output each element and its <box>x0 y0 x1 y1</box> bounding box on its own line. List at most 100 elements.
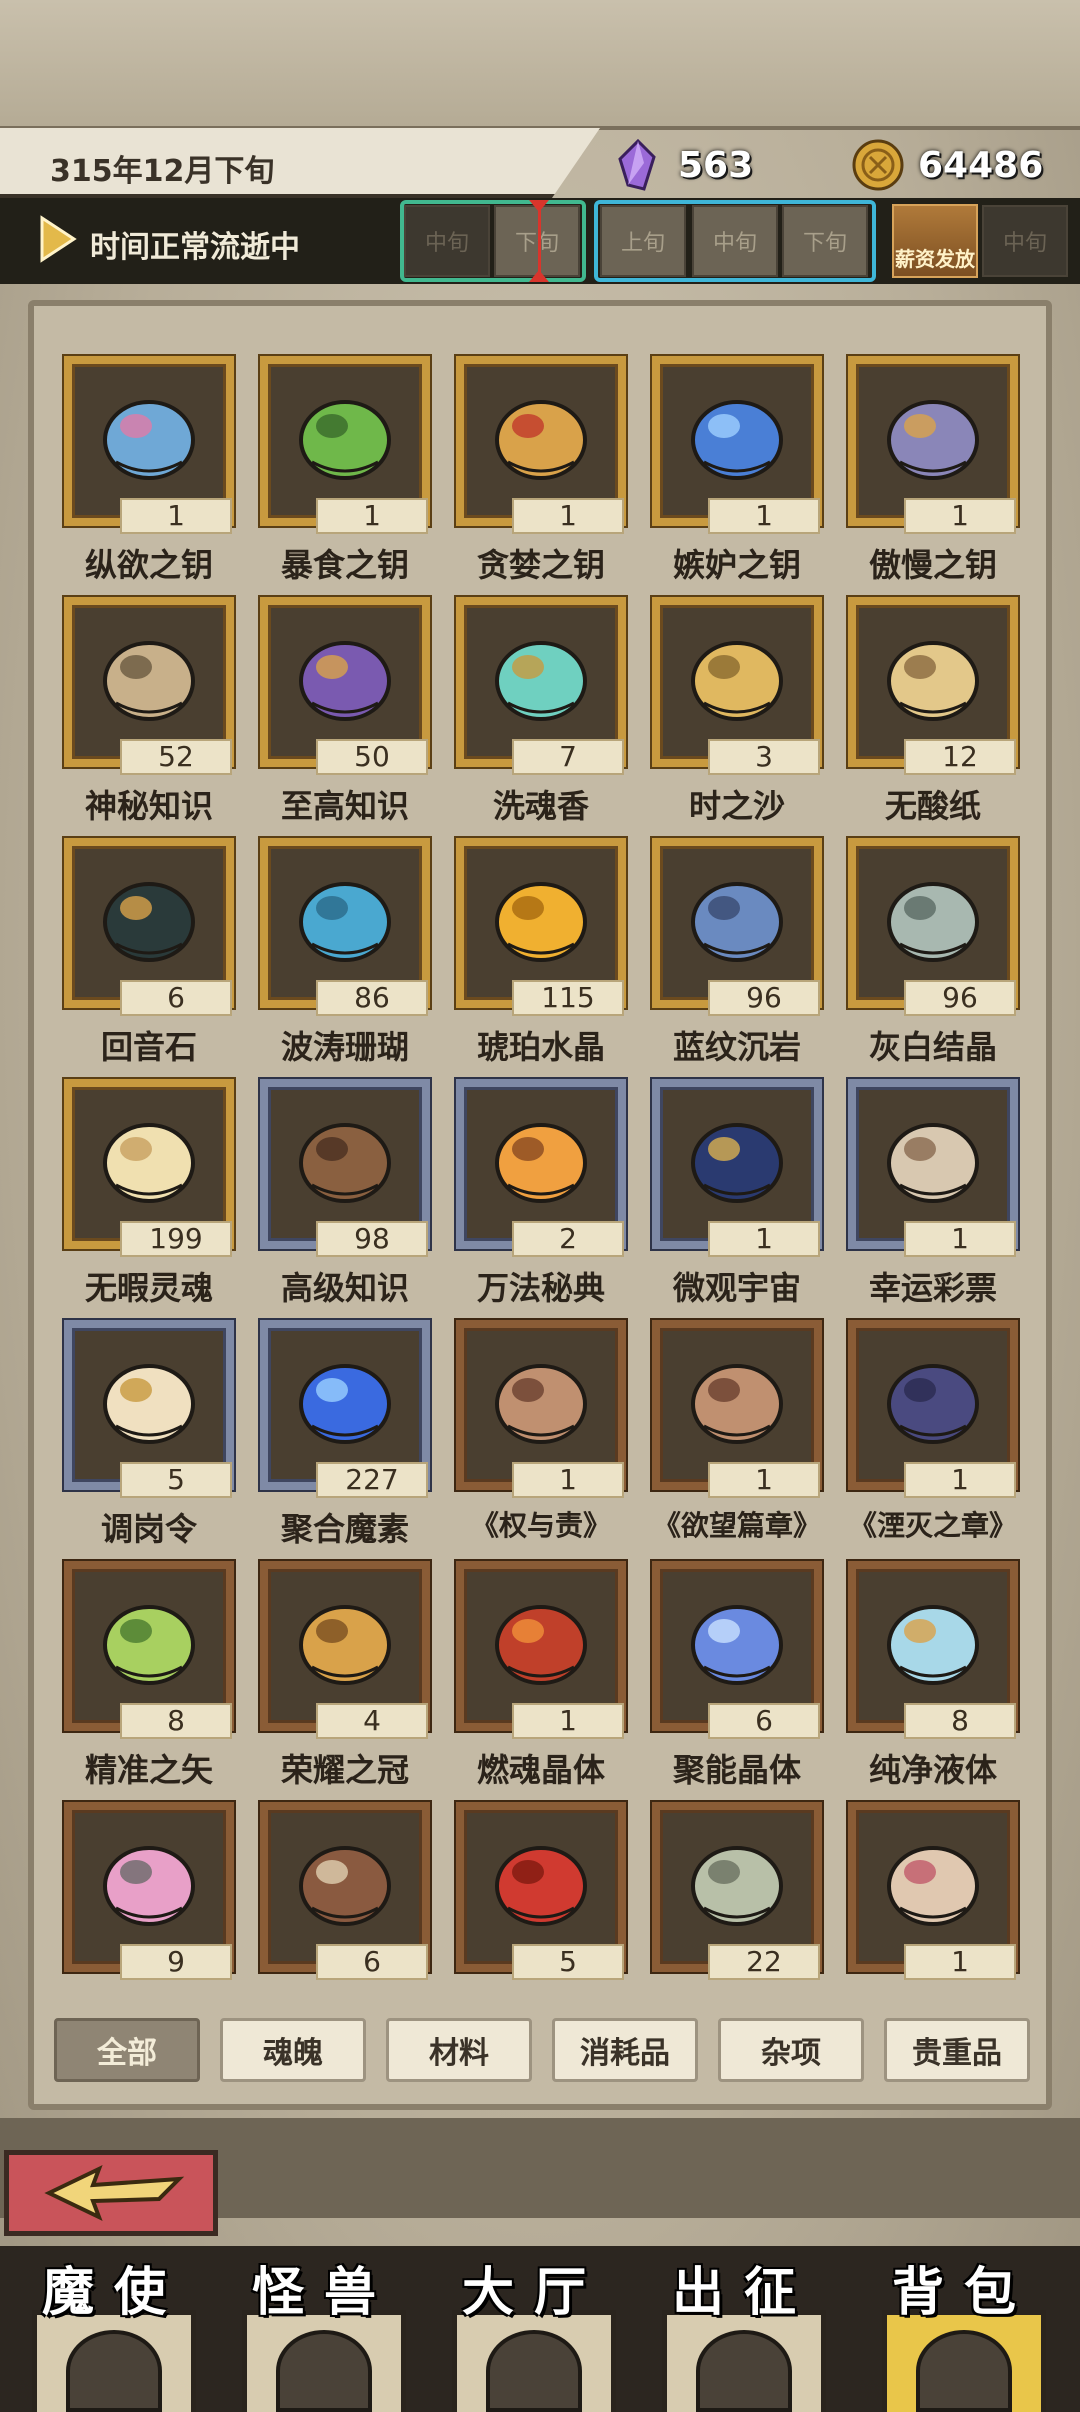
inventory-item[interactable]: 86 波涛珊瑚 <box>252 832 438 1072</box>
inventory-item[interactable]: 5 <box>448 1796 634 1996</box>
tome-icon <box>495 1364 587 1444</box>
item-name: 神秘知识 <box>84 787 213 825</box>
inventory-item[interactable]: 1 幸运彩票 <box>840 1073 1026 1313</box>
item-name: 灰白结晶 <box>868 1028 997 1066</box>
nav-label: 怪兽 <box>251 2263 396 2323</box>
item-count: 199 <box>120 1221 232 1257</box>
inventory-item[interactable]: 1 傲慢之钥 <box>840 350 1026 590</box>
inventory-item[interactable]: 6 回音石 <box>56 832 242 1072</box>
tome-icon <box>691 1364 783 1444</box>
order-paper-icon <box>103 1364 195 1444</box>
item-name: 幸运彩票 <box>868 1269 997 1307</box>
back-button[interactable] <box>4 2150 218 2236</box>
inventory-item[interactable]: 8 精准之矢 <box>56 1555 242 1795</box>
grey-crystal-icon <box>887 882 979 962</box>
inventory-item[interactable]: 22 <box>644 1796 830 1996</box>
inventory-item[interactable]: 1 暴食之钥 <box>252 350 438 590</box>
inventory-item[interactable]: 227 聚合魔素 <box>252 1314 438 1554</box>
item-count: 52 <box>120 739 232 775</box>
inventory-item[interactable]: 1 纵欲之钥 <box>56 350 242 590</box>
nav-expedition[interactable]: 出征 <box>644 2250 844 2412</box>
hall-icon <box>486 2330 582 2412</box>
coin-counter: 64486 <box>850 130 1043 200</box>
item-name: 调岗令 <box>100 1510 197 1548</box>
inventory-item[interactable]: 1 微观宇宙 <box>644 1073 830 1313</box>
play-icon[interactable] <box>38 214 78 264</box>
inventory-item[interactable]: 96 蓝纹沉岩 <box>644 832 830 1072</box>
item-name: 燃魂晶体 <box>476 1751 605 1789</box>
potion-icon <box>887 1605 979 1685</box>
tab-all[interactable]: 全部 <box>54 2018 200 2082</box>
current-month-box <box>400 200 586 282</box>
amber-crystal-icon <box>495 882 587 962</box>
nav-backpack[interactable]: 背包 <box>864 2250 1064 2412</box>
dark-tome-icon <box>887 1364 979 1444</box>
arrow-icon <box>103 1605 195 1685</box>
inventory-item[interactable]: 9 <box>56 1796 242 1996</box>
jar-icon <box>299 1846 391 1926</box>
inventory-item[interactable]: 2 万法秘典 <box>448 1073 634 1313</box>
inventory-item[interactable]: 1 嫉妒之钥 <box>644 350 830 590</box>
item-name: 蓝纹沉岩 <box>672 1028 801 1066</box>
item-count: 22 <box>708 1944 820 1980</box>
inventory-item[interactable]: 199 无暇灵魂 <box>56 1073 242 1313</box>
soul-icon <box>103 1123 195 1203</box>
tab-materials[interactable]: 材料 <box>386 2018 532 2082</box>
item-count: 5 <box>120 1462 232 1498</box>
item-count: 6 <box>708 1703 820 1739</box>
time-status: 时间正常流逝中 <box>90 230 300 265</box>
inventory-item[interactable]: 1 <box>840 1796 1026 1996</box>
tab-consumables[interactable]: 消耗品 <box>552 2018 698 2082</box>
coral-icon <box>299 882 391 962</box>
item-name: 万法秘典 <box>476 1269 605 1307</box>
item-name: 《湮灭之章》 <box>848 1509 1017 1542</box>
inventory-item[interactable]: 8 纯净液体 <box>840 1555 1026 1795</box>
heart-key-icon <box>103 400 195 480</box>
golden-key-icon <box>495 400 587 480</box>
item-count: 1 <box>316 498 428 534</box>
tab-souls[interactable]: 魂魄 <box>220 2018 366 2082</box>
inventory-item[interactable]: 1 《权与责》 <box>448 1314 634 1554</box>
inventory-item[interactable]: 6 <box>252 1796 438 1996</box>
item-name: 纵欲之钥 <box>84 546 213 584</box>
inventory-item[interactable]: 1 贪婪之钥 <box>448 350 634 590</box>
crystal-value: 563 <box>678 144 754 186</box>
inventory-item[interactable]: 6 聚能晶体 <box>644 1555 830 1795</box>
inventory-item[interactable]: 3 时之沙 <box>644 591 830 831</box>
inventory-item[interactable]: 98 高级知识 <box>252 1073 438 1313</box>
inventory-item[interactable]: 5 调岗令 <box>56 1314 242 1554</box>
nav-monsters[interactable]: 怪兽 <box>224 2250 424 2412</box>
inventory-item[interactable]: 115 琥珀水晶 <box>448 832 634 1072</box>
item-count: 6 <box>316 1944 428 1980</box>
winged-key-icon <box>887 400 979 480</box>
tab-misc[interactable]: 杂项 <box>718 2018 864 2082</box>
tab-valuables[interactable]: 贵重品 <box>884 2018 1030 2082</box>
item-name: 至高知识 <box>280 787 409 825</box>
item-name: 嫉妒之钥 <box>672 546 801 584</box>
inventory-item[interactable]: 96 灰白结晶 <box>840 832 1026 1072</box>
item-count: 98 <box>316 1221 428 1257</box>
inventory-item[interactable]: 12 无酸纸 <box>840 591 1026 831</box>
sand-swirl-icon <box>691 641 783 721</box>
cursor-top-icon <box>529 200 549 212</box>
inventory-item[interactable]: 7 洗魂香 <box>448 591 634 831</box>
nav-label: 出征 <box>671 2263 816 2323</box>
inventory-item[interactable]: 1 燃魂晶体 <box>448 1555 634 1795</box>
item-name: 微观宇宙 <box>672 1269 801 1307</box>
item-count: 227 <box>316 1462 428 1498</box>
salary-event[interactable]: 薪资发放 <box>892 204 978 278</box>
nav-hall[interactable]: 大厅 <box>434 2250 634 2412</box>
inventory-item[interactable]: 52 神秘知识 <box>56 591 242 831</box>
item-name: 聚能晶体 <box>672 1751 801 1789</box>
inventory-item[interactable]: 50 至高知识 <box>252 591 438 831</box>
monster-icon <box>276 2330 372 2412</box>
item-count: 12 <box>904 739 1016 775</box>
incense-lamp-icon <box>495 641 587 721</box>
inventory-item[interactable]: 1 《湮灭之章》 <box>840 1314 1026 1554</box>
item-name: 傲慢之钥 <box>868 546 997 584</box>
nav-magic-envoy[interactable]: 魔使 <box>14 2250 214 2412</box>
inventory-item[interactable]: 4 荣耀之冠 <box>252 1555 438 1795</box>
purple-book-icon <box>299 641 391 721</box>
inventory-item[interactable]: 1 《欲望篇章》 <box>644 1314 830 1554</box>
expedition-icon <box>696 2330 792 2412</box>
